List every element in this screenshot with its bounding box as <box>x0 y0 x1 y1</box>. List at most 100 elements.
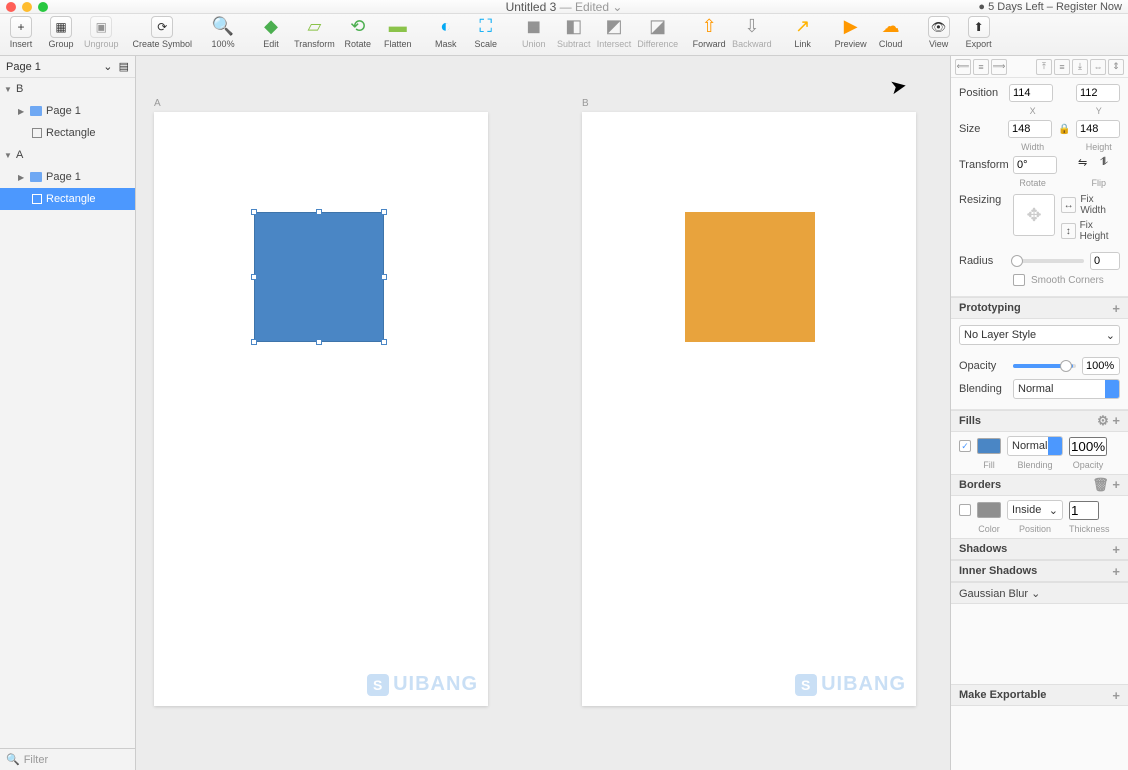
opacity-input[interactable] <box>1082 357 1120 375</box>
artboard-b-label[interactable]: B <box>582 98 589 109</box>
border-thickness-input[interactable] <box>1069 501 1099 520</box>
gaussian-blur-header[interactable]: Gaussian Blur ⌄ <box>951 582 1128 604</box>
align-left-button[interactable]: ⟸ <box>955 59 971 75</box>
minimize-window-button[interactable] <box>22 2 32 12</box>
disclosure-arrow-icon[interactable]: ▶ <box>18 107 26 116</box>
fill-enabled-checkbox[interactable]: ✓ <box>959 440 971 452</box>
fill-color-swatch[interactable] <box>977 438 1001 454</box>
cloud-button[interactable]: ☁Cloud <box>874 16 908 49</box>
x-input[interactable] <box>1009 84 1053 102</box>
rotate-input[interactable] <box>1013 156 1057 174</box>
flip-h-button[interactable]: ⇋ <box>1078 156 1098 174</box>
create-symbol-button[interactable]: ⟳Create Symbol <box>133 16 193 49</box>
ungroup-button[interactable]: ▣Ungroup <box>84 16 119 49</box>
artboard-a[interactable]: A SUIBANG <box>154 112 488 706</box>
plus-icon[interactable]: + <box>1112 301 1120 316</box>
inner-shadows-header[interactable]: Inner Shadows+ <box>951 560 1128 582</box>
orange-rectangle-shape[interactable] <box>685 212 815 342</box>
preview-button[interactable]: ▶Preview <box>834 16 868 49</box>
borders-header[interactable]: Borders🗑 + <box>951 474 1128 496</box>
mask-button[interactable]: ◐Mask <box>429 16 463 49</box>
align-bottom-button[interactable]: ⤓ <box>1072 59 1088 75</box>
plus-icon[interactable]: + <box>1112 564 1120 579</box>
radius-slider[interactable] <box>1013 259 1084 263</box>
align-right-button[interactable]: ⟹ <box>991 59 1007 75</box>
radius-input[interactable] <box>1090 252 1120 270</box>
layer-symbol-a[interactable]: ▼A <box>0 144 135 166</box>
insert-button[interactable]: +Insert <box>4 16 38 49</box>
size-label: Size <box>959 123 1002 135</box>
align-middle-button[interactable]: ≡ <box>1054 59 1070 75</box>
plus-icon[interactable]: + <box>1112 477 1120 492</box>
forward-button[interactable]: ⇧Forward <box>692 16 726 49</box>
view-button[interactable]: 👁View <box>922 16 956 49</box>
backward-button[interactable]: ⇩Backward <box>732 16 772 49</box>
disclosure-arrow-icon[interactable]: ▶ <box>18 173 26 182</box>
distribute-v-button[interactable]: ⇕ <box>1108 59 1124 75</box>
layer-page-1-b[interactable]: ▶Page 1 <box>0 100 135 122</box>
distribute-h-button[interactable]: ⇔ <box>1090 59 1106 75</box>
close-window-button[interactable] <box>6 2 16 12</box>
border-color-swatch[interactable] <box>977 502 1001 518</box>
disclosure-arrow-icon[interactable]: ▼ <box>4 151 12 160</box>
fills-header[interactable]: Fills⚙ + <box>951 410 1128 432</box>
rotate-button[interactable]: ⟲Rotate <box>341 16 375 49</box>
prototyping-header[interactable]: Prototyping+ <box>951 297 1128 319</box>
opacity-slider[interactable] <box>1013 364 1076 368</box>
height-input[interactable] <box>1076 120 1120 138</box>
canvas[interactable]: A SUIBANG B SUIBANG ➤ <box>136 56 950 770</box>
edit-button[interactable]: ◆Edit <box>254 16 288 49</box>
border-position-dropdown[interactable]: Inside⌄ <box>1007 500 1063 520</box>
union-button[interactable]: ◼Union <box>517 16 551 49</box>
fix-height-icon[interactable]: ↕ <box>1061 223 1076 239</box>
zoom-control[interactable]: 🔍100% <box>206 16 240 49</box>
layer-rectangle-a-selected[interactable]: Rectangle <box>0 188 135 210</box>
register-link[interactable]: Register Now <box>1056 1 1122 13</box>
shadows-header[interactable]: Shadows+ <box>951 538 1128 560</box>
group-button[interactable]: ▦Group <box>44 16 78 49</box>
watermark-icon: S <box>367 674 389 696</box>
artboard-a-label[interactable]: A <box>154 98 161 109</box>
transform-button[interactable]: ▱Transform <box>294 16 335 49</box>
border-enabled-checkbox[interactable] <box>959 504 971 516</box>
make-exportable-header[interactable]: Make Exportable+ <box>951 684 1128 706</box>
y-input[interactable] <box>1076 84 1120 102</box>
fix-height-label: Fix Height <box>1080 220 1120 242</box>
layer-rectangle-b[interactable]: Rectangle <box>0 122 135 144</box>
layer-page-1-a[interactable]: ▶Page 1 <box>0 166 135 188</box>
width-input[interactable] <box>1008 120 1052 138</box>
lock-aspect-icon[interactable]: 🔒 <box>1058 124 1070 135</box>
border-row: Inside⌄ <box>951 496 1128 524</box>
window-title: Untitled 3 — Edited ⌄ <box>506 0 623 14</box>
zoom-window-button[interactable] <box>38 2 48 12</box>
layer-filter[interactable]: 🔍 Filter <box>0 748 135 770</box>
export-button[interactable]: ⬆Export <box>962 16 996 49</box>
smooth-corners-checkbox[interactable] <box>1013 274 1025 286</box>
disclosure-arrow-icon[interactable]: ▼ <box>4 85 12 94</box>
layer-symbol-b[interactable]: ▼B <box>0 78 135 100</box>
plus-icon[interactable]: + <box>1112 413 1120 428</box>
plus-icon[interactable]: + <box>1112 688 1120 703</box>
trash-icon[interactable]: 🗑 <box>1092 477 1109 492</box>
trial-banner[interactable]: ● 5 Days Left – Register Now <box>978 1 1122 13</box>
fill-blend-dropdown[interactable]: Normal <box>1007 436 1063 456</box>
link-button[interactable]: ↗Link <box>786 16 820 49</box>
plus-icon[interactable]: + <box>1112 542 1120 557</box>
blue-rectangle-shape[interactable] <box>254 212 384 342</box>
gear-icon[interactable]: ⚙ <box>1097 413 1109 428</box>
page-selector[interactable]: Page 1 ⌄ ▤ <box>0 56 135 78</box>
artboard-b[interactable]: B SUIBANG <box>582 112 916 706</box>
align-top-button[interactable]: ⤒ <box>1036 59 1052 75</box>
align-center-h-button[interactable]: ≡ <box>973 59 989 75</box>
fill-opacity-input[interactable] <box>1069 437 1107 456</box>
subtract-button[interactable]: ◧Subtract <box>557 16 591 49</box>
difference-button[interactable]: ◪Difference <box>637 16 678 49</box>
flip-v-button[interactable]: ⥮ <box>1100 156 1120 174</box>
intersect-button[interactable]: ◩Intersect <box>597 16 632 49</box>
flatten-button[interactable]: ▬Flatten <box>381 16 415 49</box>
scale-button[interactable]: ⛶Scale <box>469 16 503 49</box>
fix-width-icon[interactable]: ↔ <box>1061 197 1076 213</box>
blending-dropdown[interactable]: Normal <box>1013 379 1120 399</box>
resizing-control[interactable]: ✥ <box>1013 194 1055 236</box>
layer-style-dropdown[interactable]: No Layer Style⌄ <box>959 325 1120 345</box>
